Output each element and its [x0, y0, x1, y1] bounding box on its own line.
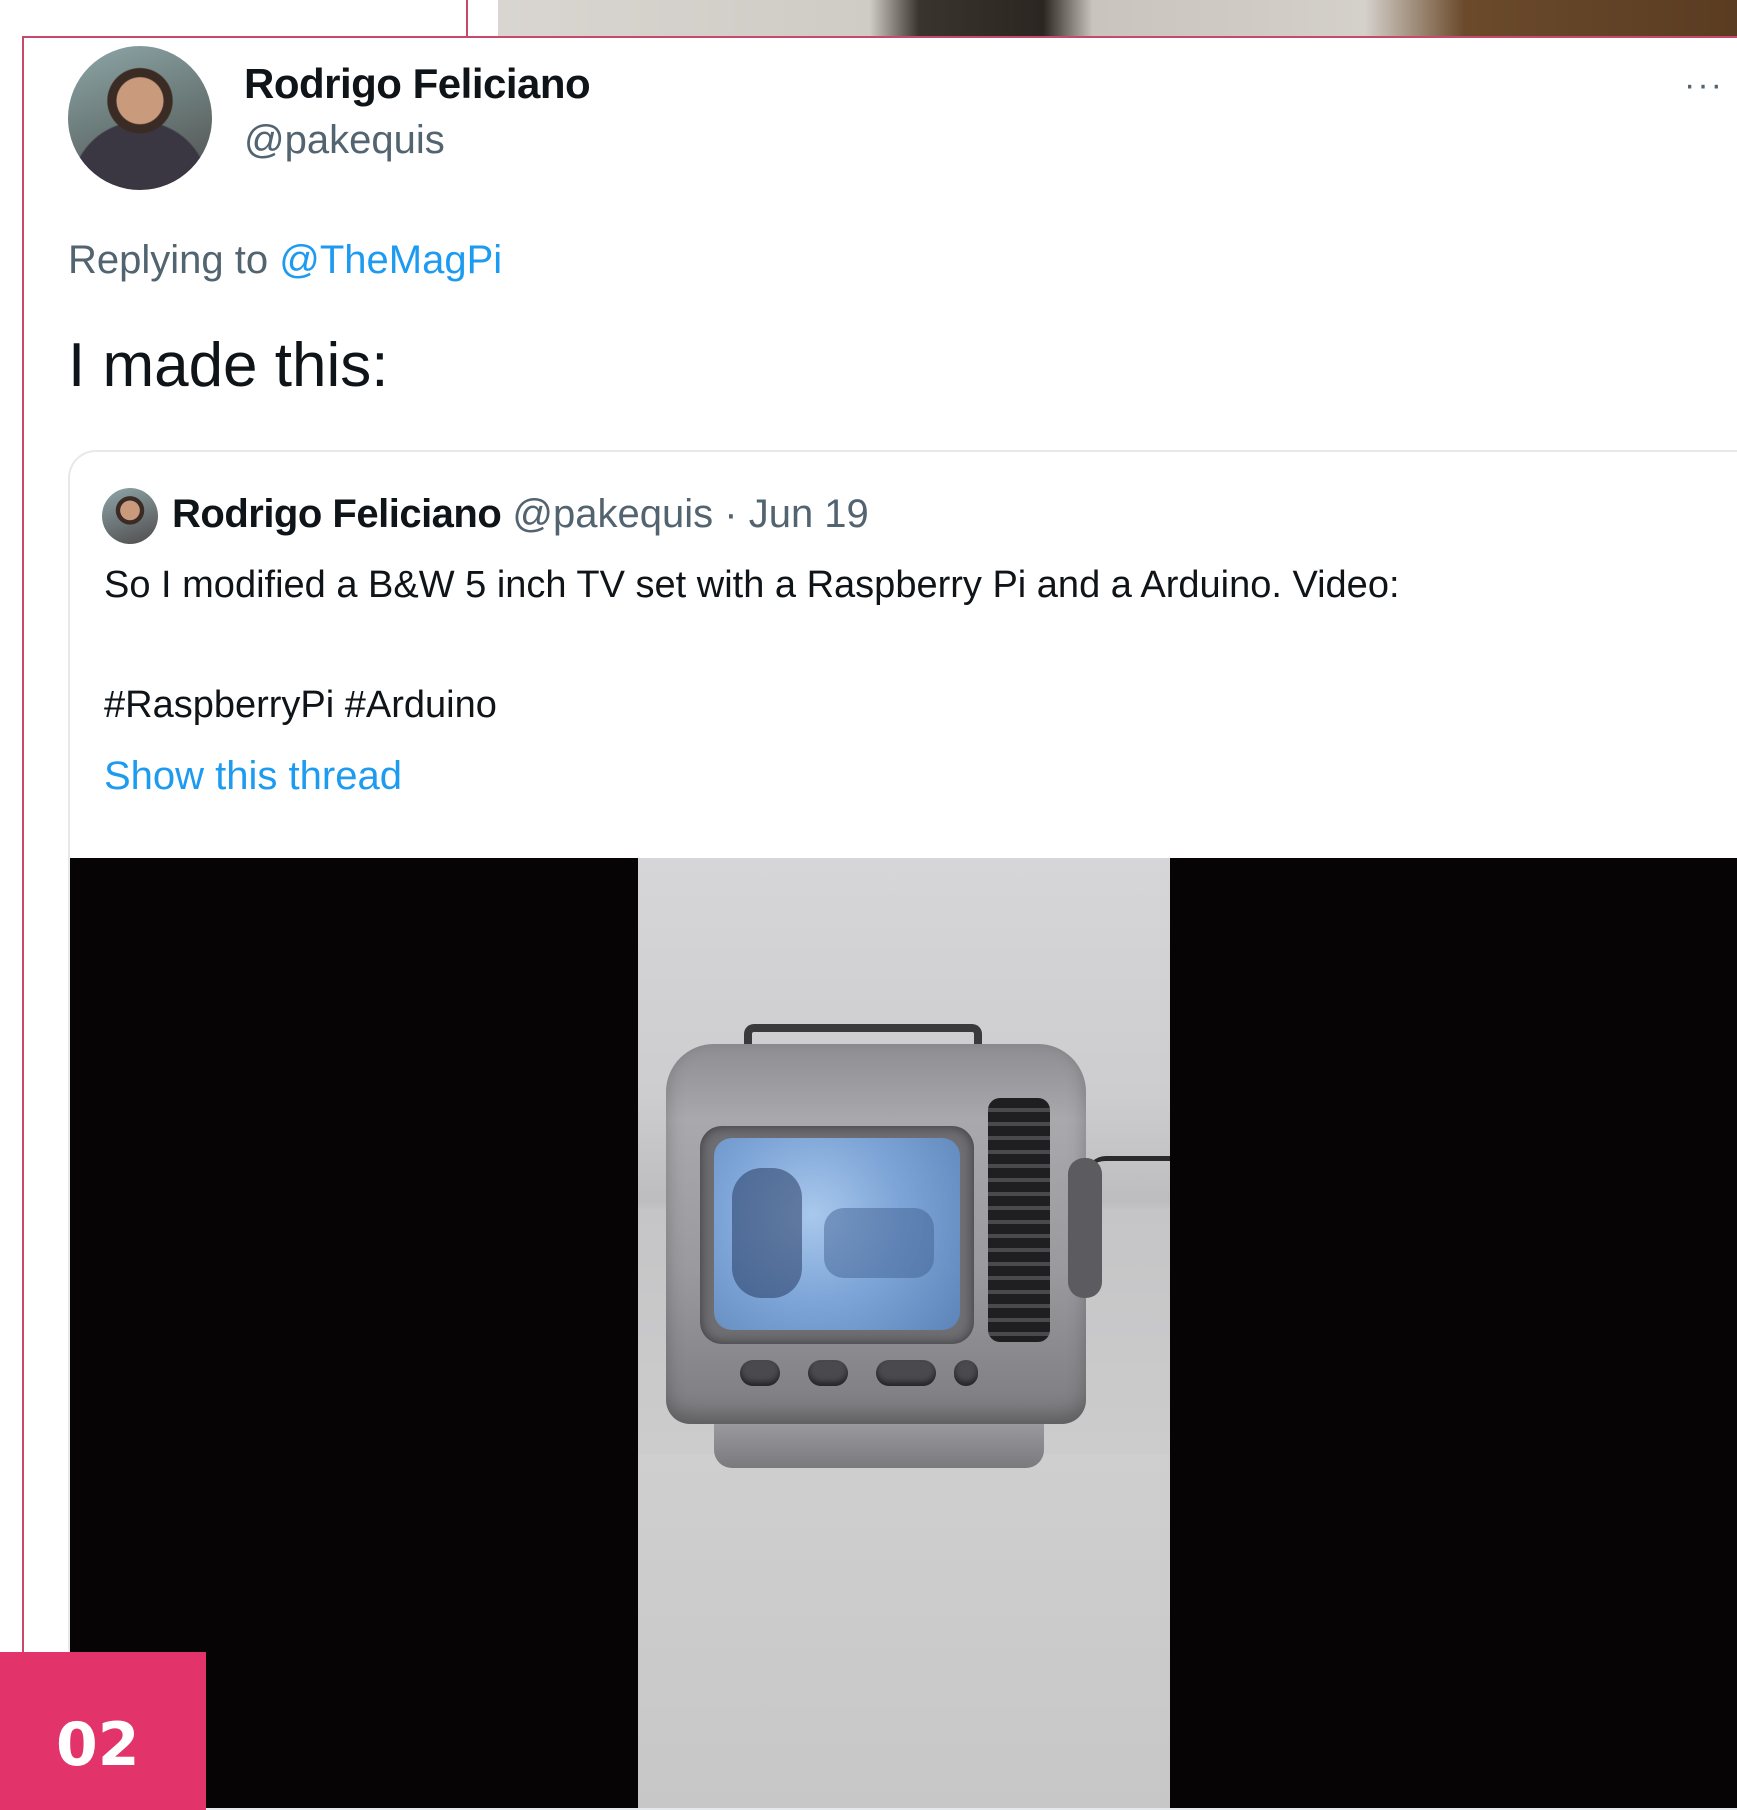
replying-mention-link[interactable]: @TheMagPi	[279, 238, 502, 282]
quote-avatar[interactable]	[102, 488, 158, 544]
video-floor	[638, 1454, 1170, 1808]
quote-hashtags[interactable]: #RaspberryPi #Arduino	[104, 684, 497, 727]
avatar[interactable]	[68, 46, 212, 190]
figure-number-badge: 02	[0, 1652, 206, 1810]
handle[interactable]: @pakequis	[244, 118, 445, 163]
tv-scene-figure	[824, 1208, 934, 1278]
tv-tuner-panel	[988, 1098, 1050, 1342]
video-frame	[638, 858, 1170, 1808]
tv-knob	[740, 1360, 780, 1386]
top-left-panel	[0, 0, 468, 36]
show-thread-link[interactable]: Show this thread	[104, 754, 402, 799]
tv-side-dial	[1068, 1158, 1102, 1298]
tv-switch	[876, 1360, 936, 1386]
tv-screen	[714, 1138, 960, 1330]
replying-to: Replying to @TheMagPi	[68, 238, 502, 283]
tv-base	[714, 1424, 1044, 1468]
top-photo-crop	[498, 0, 1737, 36]
tv-knob	[954, 1360, 978, 1386]
quote-meta: @pakequis · Jun 19	[512, 492, 869, 536]
video-player[interactable]	[70, 858, 1737, 1808]
quote-header: Rodrigo Feliciano @pakequis · Jun 19	[172, 492, 869, 537]
top-cropped-strip	[0, 0, 1737, 36]
tv-knob	[808, 1360, 848, 1386]
quoted-tweet[interactable]: Rodrigo Feliciano @pakequis · Jun 19 So …	[68, 450, 1737, 1810]
replying-prefix: Replying to	[68, 238, 269, 282]
quote-display-name[interactable]: Rodrigo Feliciano	[172, 492, 502, 536]
tv-scene-figure	[732, 1168, 802, 1298]
tweet-text: I made this:	[68, 331, 389, 400]
display-name[interactable]: Rodrigo Feliciano	[244, 60, 591, 108]
quote-body-text: So I modified a B&W 5 inch TV set with a…	[104, 564, 1400, 606]
more-options-icon[interactable]: ···	[1684, 66, 1724, 105]
tweet-card: Rodrigo Feliciano @pakequis ··· Replying…	[22, 36, 1737, 1810]
